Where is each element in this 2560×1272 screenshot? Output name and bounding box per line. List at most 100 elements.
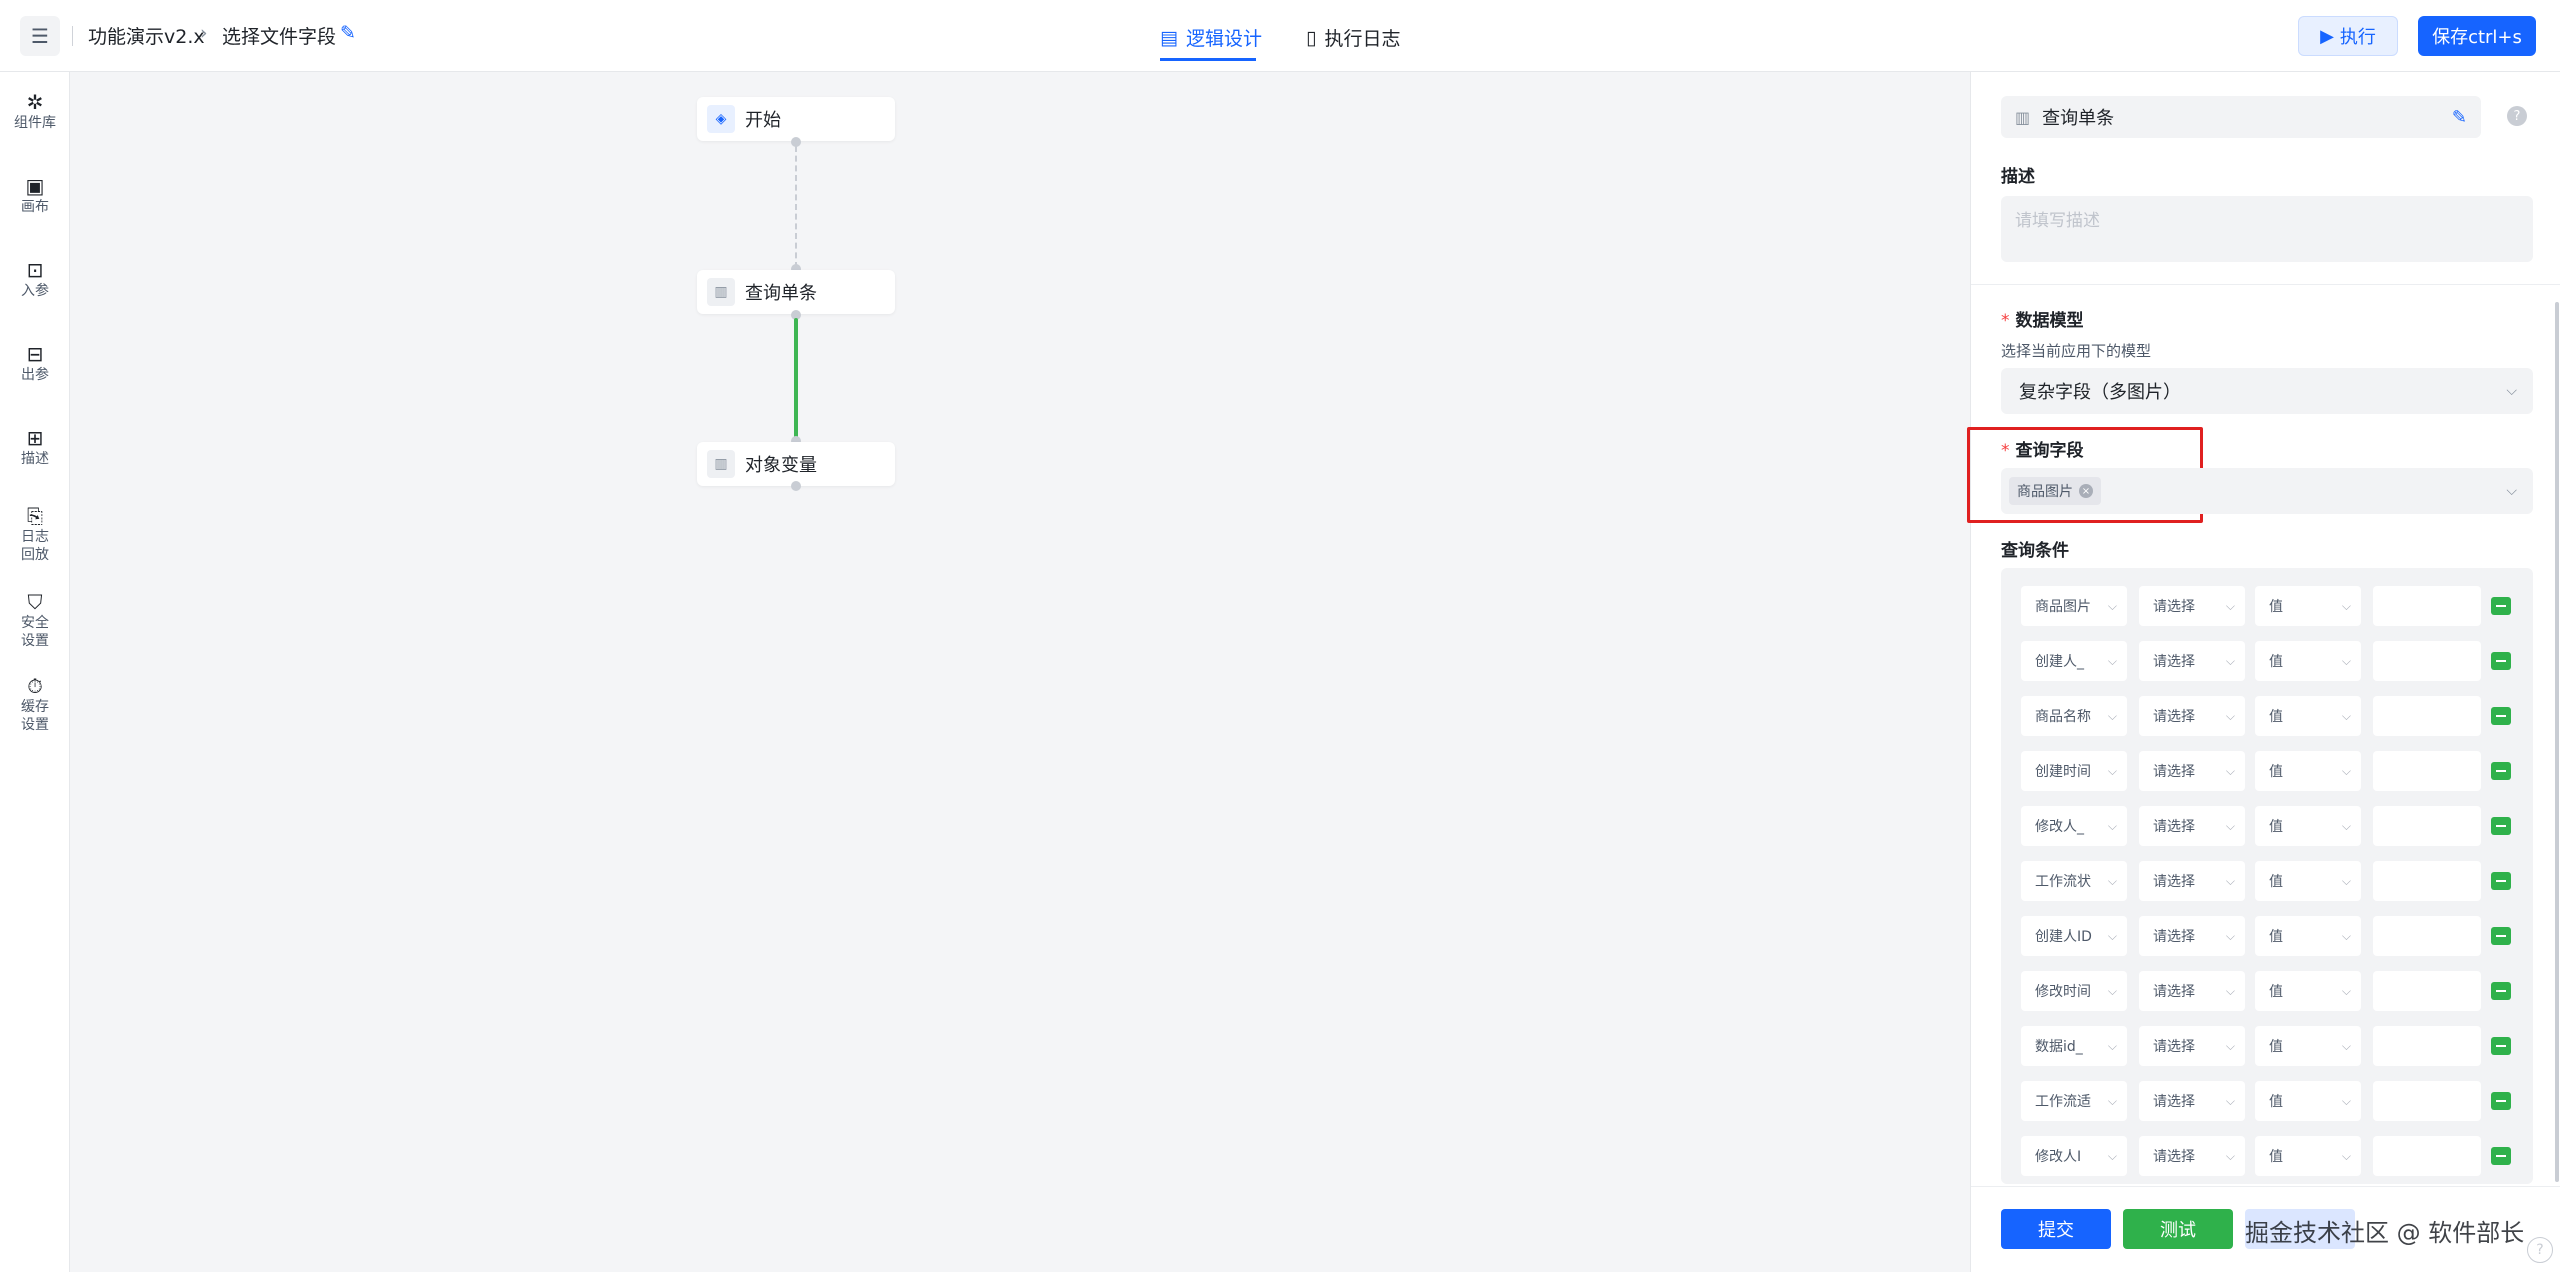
condition-field-select[interactable]: 修改时间 ⌵ (2021, 971, 2127, 1011)
sidebar-item-security[interactable]: ⛉ 安全设置 (0, 590, 70, 650)
condition-type-select[interactable]: 值 ⌵ (2255, 861, 2361, 901)
condition-operator-value: 请选择 (2153, 764, 2195, 780)
condition-type-select[interactable]: 值 ⌵ (2255, 641, 2361, 681)
shield-icon: ⛉ (27, 590, 43, 614)
condition-type-select[interactable]: 值 ⌵ (2255, 916, 2361, 956)
condition-value-input[interactable] (2373, 806, 2481, 846)
close-icon[interactable]: × (2079, 484, 2093, 498)
sidebar-item-log-replay[interactable]: ⎘ 日志回放 (0, 504, 70, 564)
condition-type-select[interactable]: 值 ⌵ (2255, 751, 2361, 791)
condition-value-input[interactable] (2373, 1081, 2481, 1121)
flow-node-object-variable[interactable]: ▥ 对象变量 (697, 442, 895, 486)
condition-operator-select[interactable]: 请选择 ⌵ (2139, 916, 2245, 956)
query-field-select[interactable]: 商品图片 × ⌵ (2001, 468, 2533, 514)
chevron-down-icon: ⌵ (2341, 983, 2351, 998)
tab-execution-log[interactable]: ▯ 执行日志 (1306, 24, 1400, 51)
condition-value-input[interactable] (2373, 586, 2481, 626)
remove-condition-button[interactable] (2491, 817, 2511, 835)
sidebar-item-cache[interactable]: ⏱ 缓存设置 (0, 674, 70, 734)
test-button[interactable]: 测试 (2123, 1209, 2233, 1249)
help-icon[interactable]: ? (2527, 1237, 2553, 1263)
condition-value-input[interactable] (2373, 1136, 2481, 1176)
condition-type-select[interactable]: 值 ⌵ (2255, 1081, 2361, 1121)
menu-icon[interactable]: ☰ (20, 16, 60, 56)
remove-condition-button[interactable] (2491, 1037, 2511, 1055)
condition-field-select[interactable]: 创建人_ ⌵ (2021, 641, 2127, 681)
condition-type-select[interactable]: 值 ⌵ (2255, 806, 2361, 846)
condition-row: 创建人ID ⌵ 请选择 ⌵ 值 ⌵ (2021, 916, 2521, 956)
description-textarea[interactable]: 请填写描述 (2001, 196, 2533, 262)
sidebar-item-label: 画布 (21, 199, 49, 215)
condition-operator-select[interactable]: 请选择 ⌵ (2139, 1081, 2245, 1121)
help-icon[interactable]: ? (2507, 106, 2527, 126)
condition-value-input[interactable] (2373, 641, 2481, 681)
condition-operator-select[interactable]: 请选择 ⌵ (2139, 806, 2245, 846)
condition-type-select[interactable]: 值 ⌵ (2255, 1136, 2361, 1176)
node-port[interactable] (791, 481, 801, 491)
condition-value-input[interactable] (2373, 1026, 2481, 1066)
sidebar-item-description[interactable]: ⊞ 描述 (0, 426, 70, 468)
table-icon: ▥ (707, 450, 735, 478)
remove-condition-button[interactable] (2491, 927, 2511, 945)
condition-value-input[interactable] (2373, 971, 2481, 1011)
condition-operator-value: 请选择 (2153, 654, 2195, 670)
condition-type-select[interactable]: 值 ⌵ (2255, 971, 2361, 1011)
panel-footer: 提交 测试 掘金技术社区 @ 软件部长 ? (1971, 1186, 2560, 1272)
condition-type-select[interactable]: 值 ⌵ (2255, 1026, 2361, 1066)
condition-field-select[interactable]: 数据id_ ⌵ (2021, 1026, 2127, 1066)
remove-condition-button[interactable] (2491, 707, 2511, 725)
remove-condition-button[interactable] (2491, 597, 2511, 615)
sidebar-item-components[interactable]: ✲ 组件库 (0, 90, 70, 132)
condition-value-input[interactable] (2373, 751, 2481, 791)
condition-field-select[interactable]: 商品图片 ⌵ (2021, 586, 2127, 626)
condition-field-select[interactable]: 修改人_ ⌵ (2021, 806, 2127, 846)
condition-field-select[interactable]: 创建时间 ⌵ (2021, 751, 2127, 791)
node-title-field[interactable]: ▥ 查询单条 ✎ (2001, 96, 2481, 138)
condition-field-select[interactable]: 工作流适 ⌵ (2021, 1081, 2127, 1121)
save-button[interactable]: 保存ctrl+s (2418, 16, 2536, 56)
condition-field-select[interactable]: 创建人ID ⌵ (2021, 916, 2127, 956)
selected-field-tag: 商品图片 × (2009, 477, 2101, 505)
breadcrumb-app[interactable]: 功能演示v2.x (88, 22, 205, 49)
submit-button[interactable]: 提交 (2001, 1209, 2111, 1249)
condition-field-select[interactable]: 修改人I ⌵ (2021, 1136, 2127, 1176)
remove-condition-button[interactable] (2491, 1092, 2511, 1110)
remove-condition-button[interactable] (2491, 1147, 2511, 1165)
condition-field-select[interactable]: 商品名称 ⌵ (2021, 696, 2127, 736)
remove-condition-button[interactable] (2491, 982, 2511, 1000)
remove-condition-button[interactable] (2491, 762, 2511, 780)
condition-operator-select[interactable]: 请选择 ⌵ (2139, 586, 2245, 626)
condition-value-input[interactable] (2373, 861, 2481, 901)
sidebar-item-canvas[interactable]: ▣ 画布 (0, 174, 70, 216)
condition-operator-select[interactable]: 请选择 ⌵ (2139, 1136, 2245, 1176)
data-model-select[interactable]: 复杂字段（多图片） ⌵ (2001, 368, 2533, 414)
flow-node-start[interactable]: ◈ 开始 (697, 97, 895, 141)
sidebar-item-input-params[interactable]: ⊡ 入参 (0, 258, 70, 300)
condition-operator-select[interactable]: 请选择 ⌵ (2139, 641, 2245, 681)
condition-operator-select[interactable]: 请选择 ⌵ (2139, 751, 2245, 791)
flow-canvas[interactable]: ◈ 开始 ▥ 查询单条 ▥ 对象变量 (71, 72, 1969, 1272)
condition-row: 商品图片 ⌵ 请选择 ⌵ 值 ⌵ (2021, 586, 2521, 626)
tab-logic-design[interactable]: ▤ 逻辑设计 (1160, 24, 1262, 51)
condition-field-select[interactable]: 工作流状 ⌵ (2021, 861, 2127, 901)
condition-type-select[interactable]: 值 ⌵ (2255, 696, 2361, 736)
condition-operator-select[interactable]: 请选择 ⌵ (2139, 971, 2245, 1011)
condition-value-input[interactable] (2373, 696, 2481, 736)
condition-operator-select[interactable]: 请选择 ⌵ (2139, 696, 2245, 736)
flow-node-query-single[interactable]: ▥ 查询单条 (697, 270, 895, 314)
remove-condition-button[interactable] (2491, 872, 2511, 890)
condition-operator-select[interactable]: 请选择 ⌵ (2139, 861, 2245, 901)
sidebar-item-output-params[interactable]: ⊟ 出参 (0, 342, 70, 384)
sidebar-item-label: 缓存设置 (21, 699, 49, 733)
condition-type-select[interactable]: 值 ⌵ (2255, 586, 2361, 626)
condition-operator-select[interactable]: 请选择 ⌵ (2139, 1026, 2245, 1066)
execute-button[interactable]: ▶ 执行 (2298, 16, 2398, 56)
edit-title-icon[interactable]: ✎ (340, 22, 356, 44)
edit-icon[interactable]: ✎ (2452, 107, 2467, 128)
chevron-down-icon: ⌵ (2341, 763, 2351, 778)
panel-scrollbar[interactable] (2555, 302, 2559, 1182)
condition-value-input[interactable] (2373, 916, 2481, 956)
condition-type-value: 值 (2269, 1039, 2283, 1055)
condition-type-value: 值 (2269, 1149, 2283, 1165)
remove-condition-button[interactable] (2491, 652, 2511, 670)
